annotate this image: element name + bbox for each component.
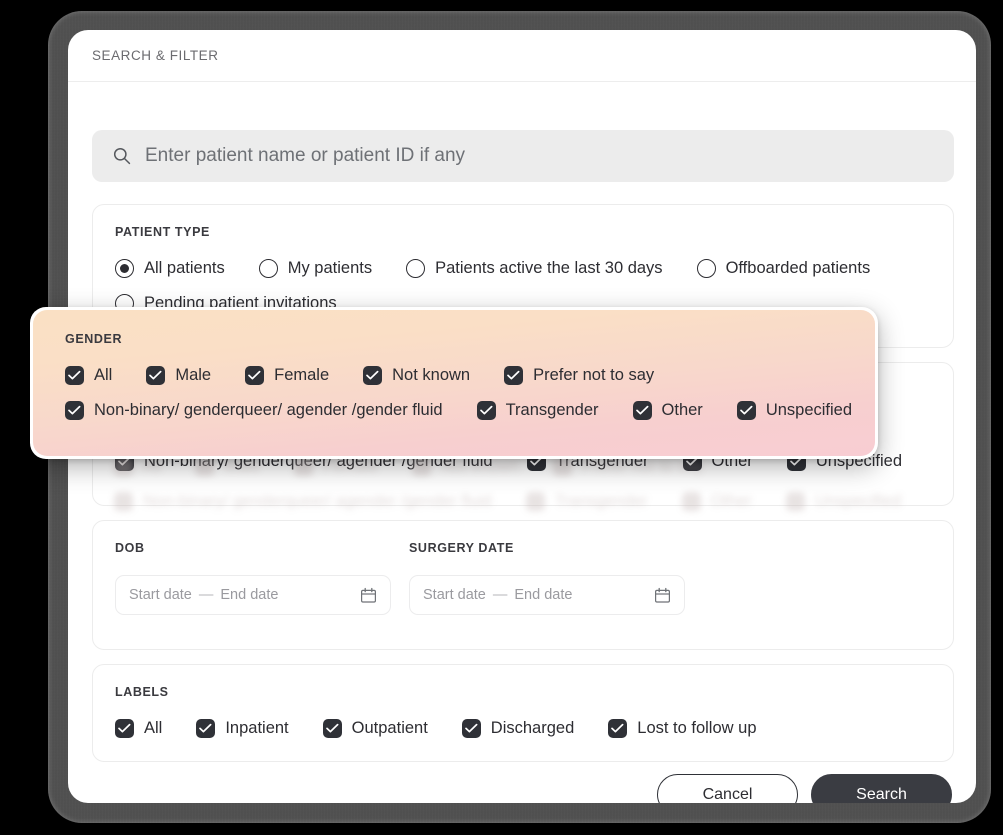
surgery-end-date[interactable]: End date (514, 587, 572, 603)
modal-footer: Cancel Search (657, 774, 952, 803)
search-input[interactable] (145, 145, 934, 167)
checkbox-option-discharged[interactable]: Discharged (461, 719, 575, 738)
overlay-checkbox-all[interactable]: All (65, 366, 112, 385)
labels-options-row: All Inpatient Outpatient Discharged Lost… (115, 719, 931, 738)
radio-label: Patients active the last 30 days (435, 259, 663, 277)
patient-type-options-row-1: All patients My patients Patients active… (115, 259, 931, 278)
search-icon (112, 146, 132, 166)
dob-start-date[interactable]: Start date (129, 587, 192, 603)
overlay-gender-row-1: All Male Female Not known Prefer not to … (65, 366, 875, 385)
overlay-checkbox-transgender[interactable]: Transgender (476, 401, 599, 420)
checkbox-label: All (94, 366, 113, 384)
dob-end-date[interactable]: End date (220, 587, 278, 603)
overlay-checkbox-not-known[interactable]: Not known (363, 366, 470, 385)
check-icon[interactable] (608, 719, 628, 738)
labels-card: LABELS All Inpatient Outpatient Discharg… (92, 664, 954, 762)
check-icon[interactable] (504, 366, 524, 385)
patient-type-label: PATIENT TYPE (115, 225, 210, 239)
check-icon[interactable] (196, 719, 216, 738)
screenshot-root: SEARCH & FILTER PATIENT TYPE (0, 0, 1003, 835)
radio-option-offboarded-patients[interactable]: Offboarded patients (696, 259, 871, 278)
gender-overlay-sheet: GENDER All Male Female Not known Prefer … (33, 310, 875, 456)
radio-icon[interactable] (115, 259, 134, 278)
check-icon[interactable] (65, 401, 84, 420)
check-icon[interactable] (461, 719, 481, 738)
checkbox-label: Lost to follow up (637, 719, 757, 737)
dob-date-range-field[interactable]: Start date — End date (115, 575, 391, 615)
date-range-inputs: Start date — End date Start date — End d… (115, 575, 931, 615)
calendar-icon[interactable] (654, 587, 671, 604)
checkbox-label: Not known (392, 366, 471, 384)
overlay-checkbox-prefer-not-to-say[interactable]: Prefer not to say (504, 366, 654, 385)
overlay-checkbox-female[interactable]: Female (245, 366, 329, 385)
radio-icon[interactable] (406, 259, 426, 278)
check-icon[interactable] (65, 366, 84, 385)
checkbox-label: Non-binary/ genderqueer/ agender /gender… (94, 401, 443, 419)
checkbox-option-inpatient[interactable]: Inpatient (196, 719, 289, 738)
page-title: SEARCH & FILTER (92, 48, 219, 63)
gender-highlight-overlay[interactable]: GENDER All Male Female Not known Prefer … (30, 307, 878, 459)
checkbox-label: Inpatient (225, 719, 289, 737)
cancel-button[interactable]: Cancel (657, 774, 798, 803)
check-icon[interactable] (632, 401, 652, 420)
overlay-gender-label: GENDER (65, 332, 123, 346)
radio-option-active-last-30-days[interactable]: Patients active the last 30 days (406, 259, 663, 278)
checkbox-label: Female (274, 366, 330, 384)
checkbox-label: Discharged (490, 719, 575, 737)
overlay-gender-row-2: Non-binary/ genderqueer/ agender /gender… (65, 401, 875, 420)
search-button[interactable]: Search (811, 774, 952, 803)
check-icon[interactable] (363, 366, 383, 385)
check-icon[interactable] (476, 401, 496, 420)
dob-label: DOB (115, 541, 145, 555)
check-icon[interactable] (115, 719, 134, 738)
radio-icon[interactable] (696, 259, 716, 278)
search-field[interactable] (92, 130, 954, 182)
modal-header: SEARCH & FILTER (68, 30, 976, 82)
check-icon[interactable] (736, 401, 756, 420)
checkbox-label: Prefer not to say (533, 366, 655, 384)
radio-option-my-patients[interactable]: My patients (258, 259, 373, 278)
dates-card: DOB SURGERY DATE Start date — End date S… (92, 520, 954, 650)
calendar-icon[interactable] (360, 587, 377, 604)
date-range-separator: — (198, 587, 214, 603)
surgery-date-label: SURGERY DATE (409, 541, 514, 555)
checkbox-option-lost-to-follow-up[interactable]: Lost to follow up (608, 719, 757, 738)
check-icon[interactable] (245, 366, 265, 385)
checkbox-option-all-labels[interactable]: All (115, 719, 162, 738)
overlay-checkbox-male[interactable]: Male (146, 366, 211, 385)
radio-option-all-patients[interactable]: All patients (115, 259, 225, 278)
checkbox-label: Outpatient (351, 719, 428, 737)
overlay-checkbox-non-binary[interactable]: Non-binary/ genderqueer/ agender /gender… (65, 401, 443, 420)
checkbox-label: Other (661, 401, 703, 419)
checkbox-label: Male (175, 366, 212, 384)
checkbox-label: Transgender (505, 401, 599, 419)
surgery-date-range-field[interactable]: Start date — End date (409, 575, 685, 615)
checkbox-label: All (144, 719, 163, 737)
dates-labels: DOB SURGERY DATE (115, 541, 931, 555)
date-range-separator: — (492, 587, 508, 603)
check-icon[interactable] (146, 366, 166, 385)
labels-label: LABELS (115, 685, 169, 699)
checkbox-option-outpatient[interactable]: Outpatient (322, 719, 428, 738)
radio-label: My patients (287, 259, 373, 277)
radio-label: Offboarded patients (725, 259, 871, 277)
surgery-start-date[interactable]: Start date (423, 587, 486, 603)
radio-label: All patients (144, 259, 225, 277)
overlay-checkbox-unspecified[interactable]: Unspecified (736, 401, 853, 420)
radio-icon[interactable] (258, 259, 278, 278)
overlay-checkbox-other[interactable]: Other (632, 401, 703, 420)
check-icon[interactable] (322, 719, 342, 738)
checkbox-label: Unspecified (765, 401, 853, 419)
